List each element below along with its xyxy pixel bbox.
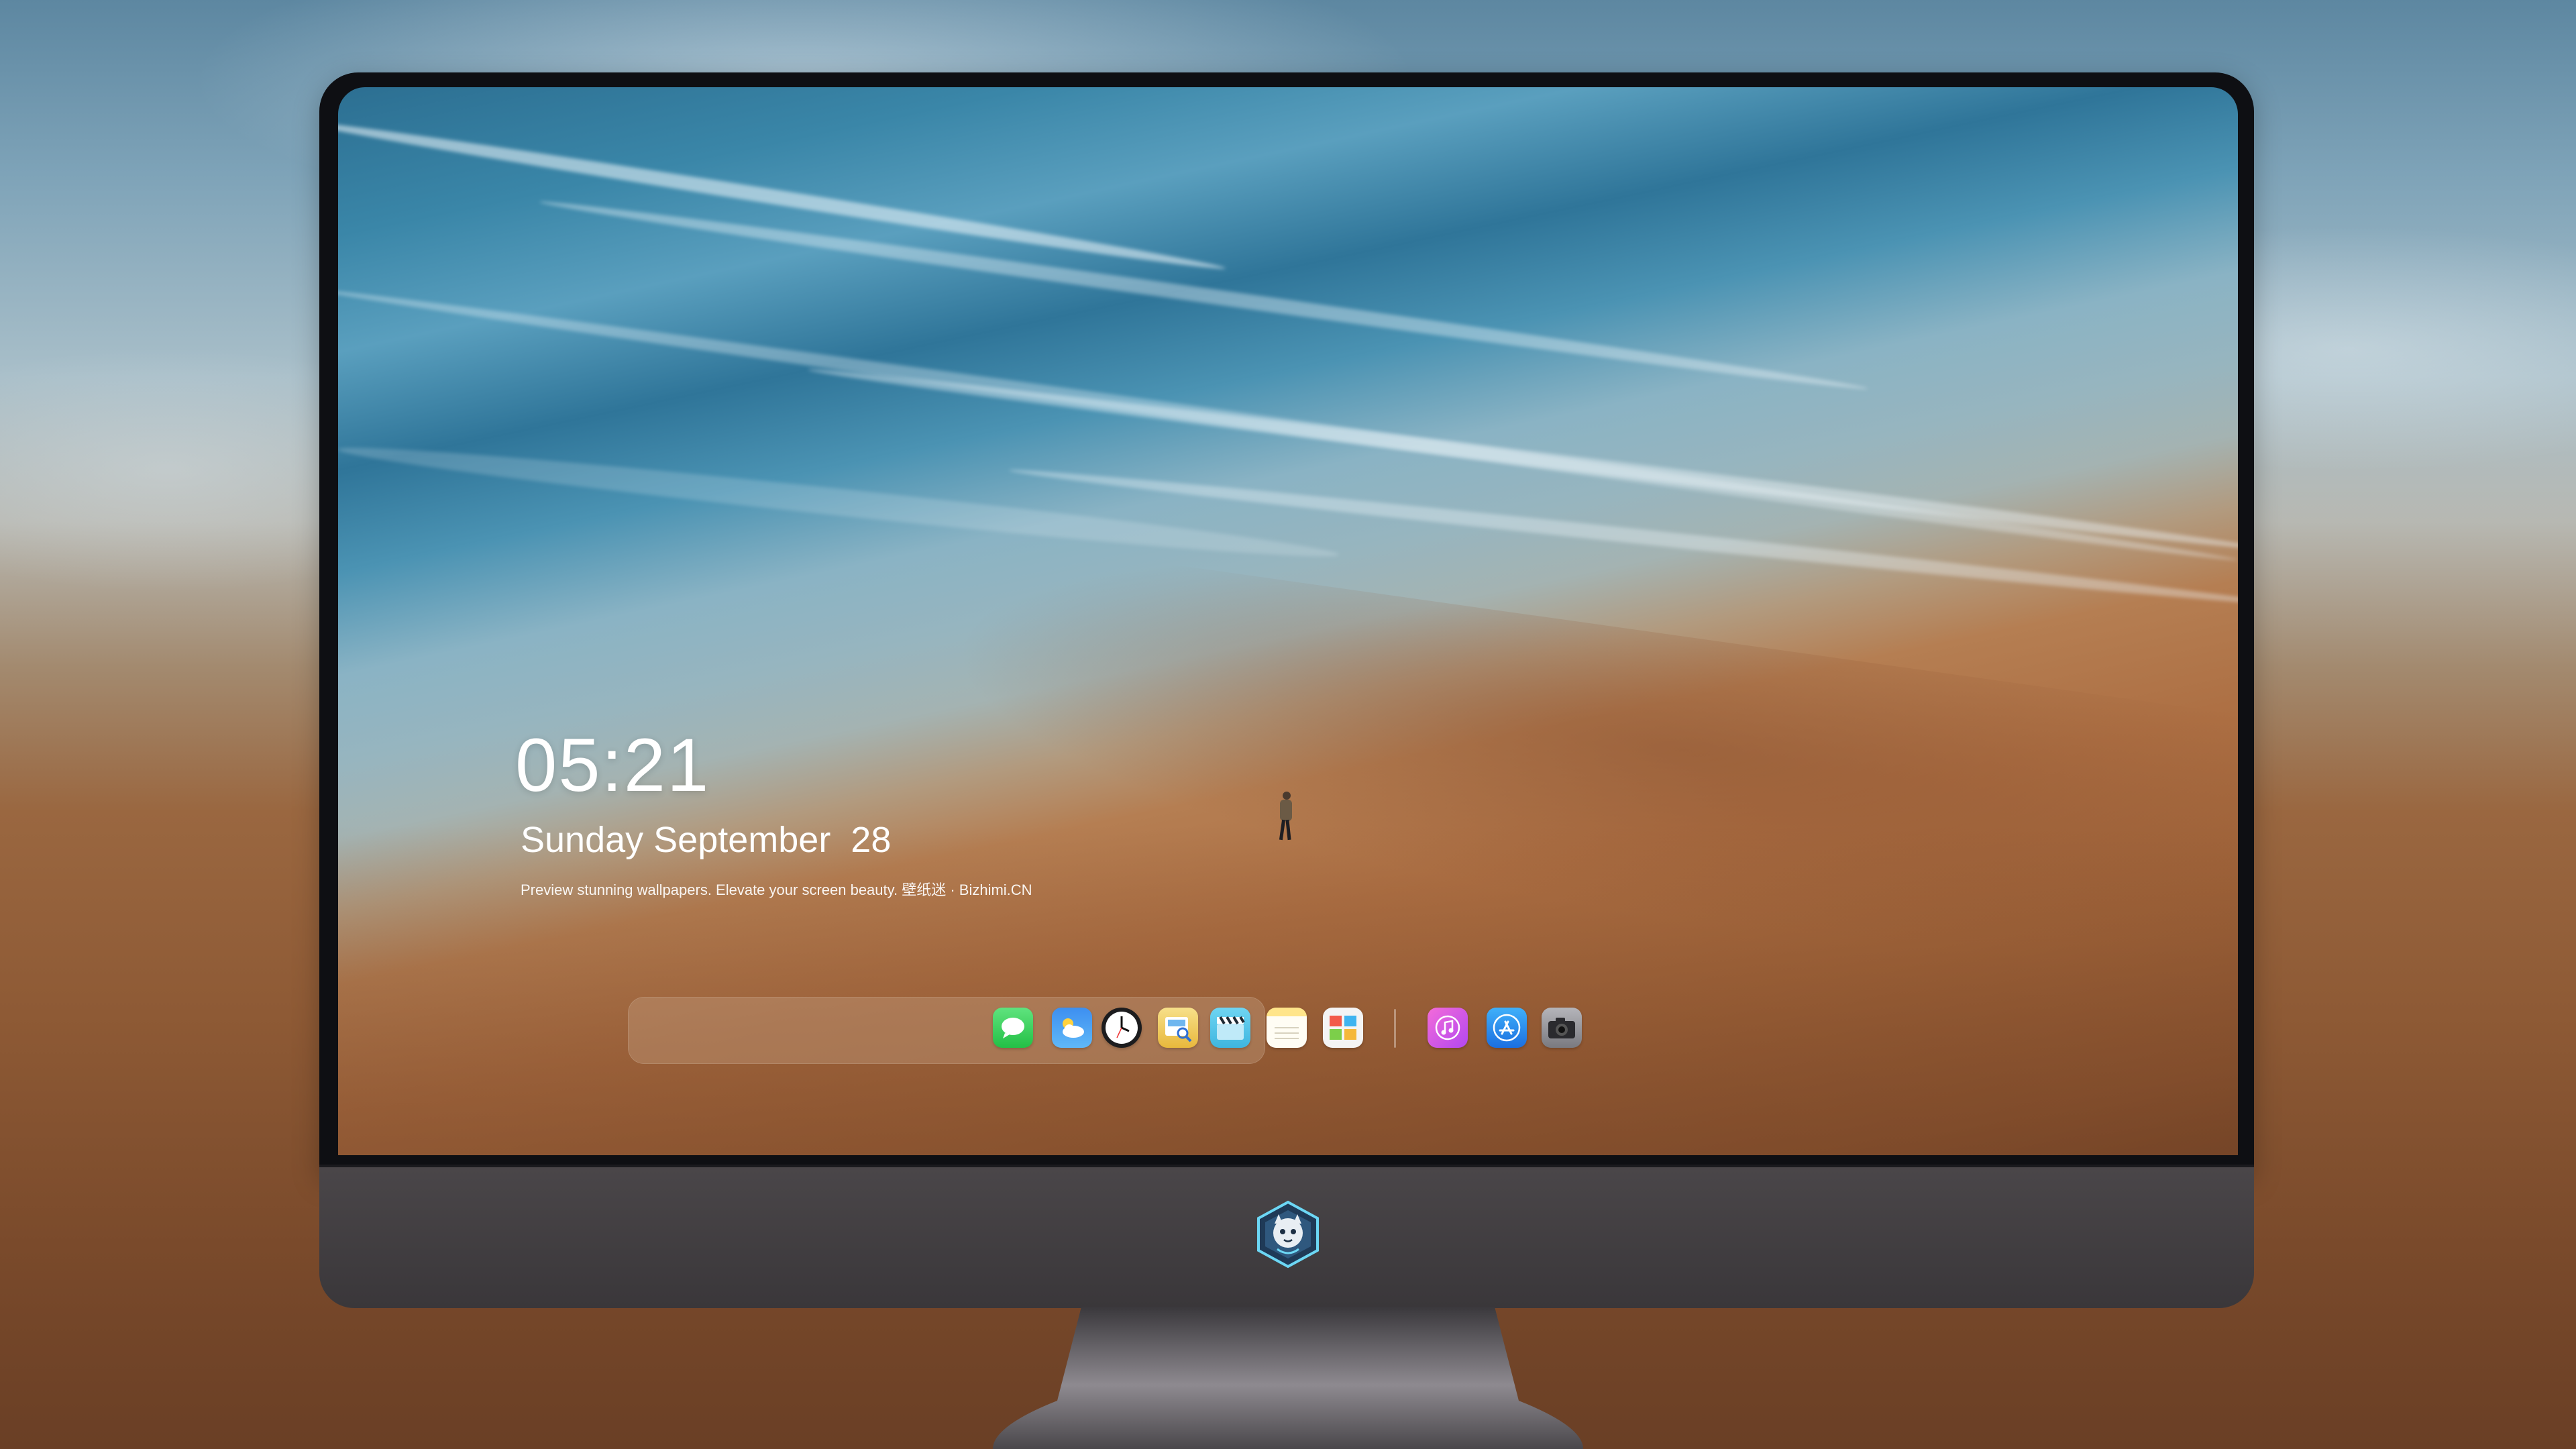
desktop-screen[interactable]: 05:21 Sunday September 28 Preview stunni… xyxy=(338,87,2238,1155)
preview-icon[interactable] xyxy=(1158,1008,1198,1048)
beach-walker-figure xyxy=(1279,792,1292,843)
wave-crest xyxy=(338,436,1340,568)
wave-crest xyxy=(538,195,1870,396)
bizhimi-logo-icon xyxy=(1253,1199,1323,1269)
wave-crest xyxy=(338,114,1227,276)
lockscreen-time: 05:21 xyxy=(515,723,710,807)
lockscreen-tagline: Preview stunning wallpapers. Elevate you… xyxy=(521,881,1032,898)
lockscreen-date: Sunday September 28 xyxy=(521,820,892,860)
clock-icon[interactable] xyxy=(1102,1008,1142,1048)
camera-icon[interactable] xyxy=(1542,1008,1582,1048)
notes-icon[interactable] xyxy=(1267,1008,1307,1048)
messages-icon[interactable] xyxy=(993,1008,1033,1048)
monitor-stand xyxy=(993,1307,1583,1449)
weather-icon[interactable] xyxy=(1052,1008,1092,1048)
clapperboard-icon[interactable] xyxy=(1210,1008,1250,1048)
blurred-background: 05:21 Sunday September 28 Preview stunni… xyxy=(0,0,2576,1449)
photo-booth-icon[interactable] xyxy=(1323,1008,1363,1048)
dock-separator xyxy=(1394,1009,1396,1048)
sand-foreground xyxy=(338,825,2238,1155)
app-store-icon[interactable] xyxy=(1487,1008,1527,1048)
itunes-icon[interactable] xyxy=(1428,1008,1468,1048)
